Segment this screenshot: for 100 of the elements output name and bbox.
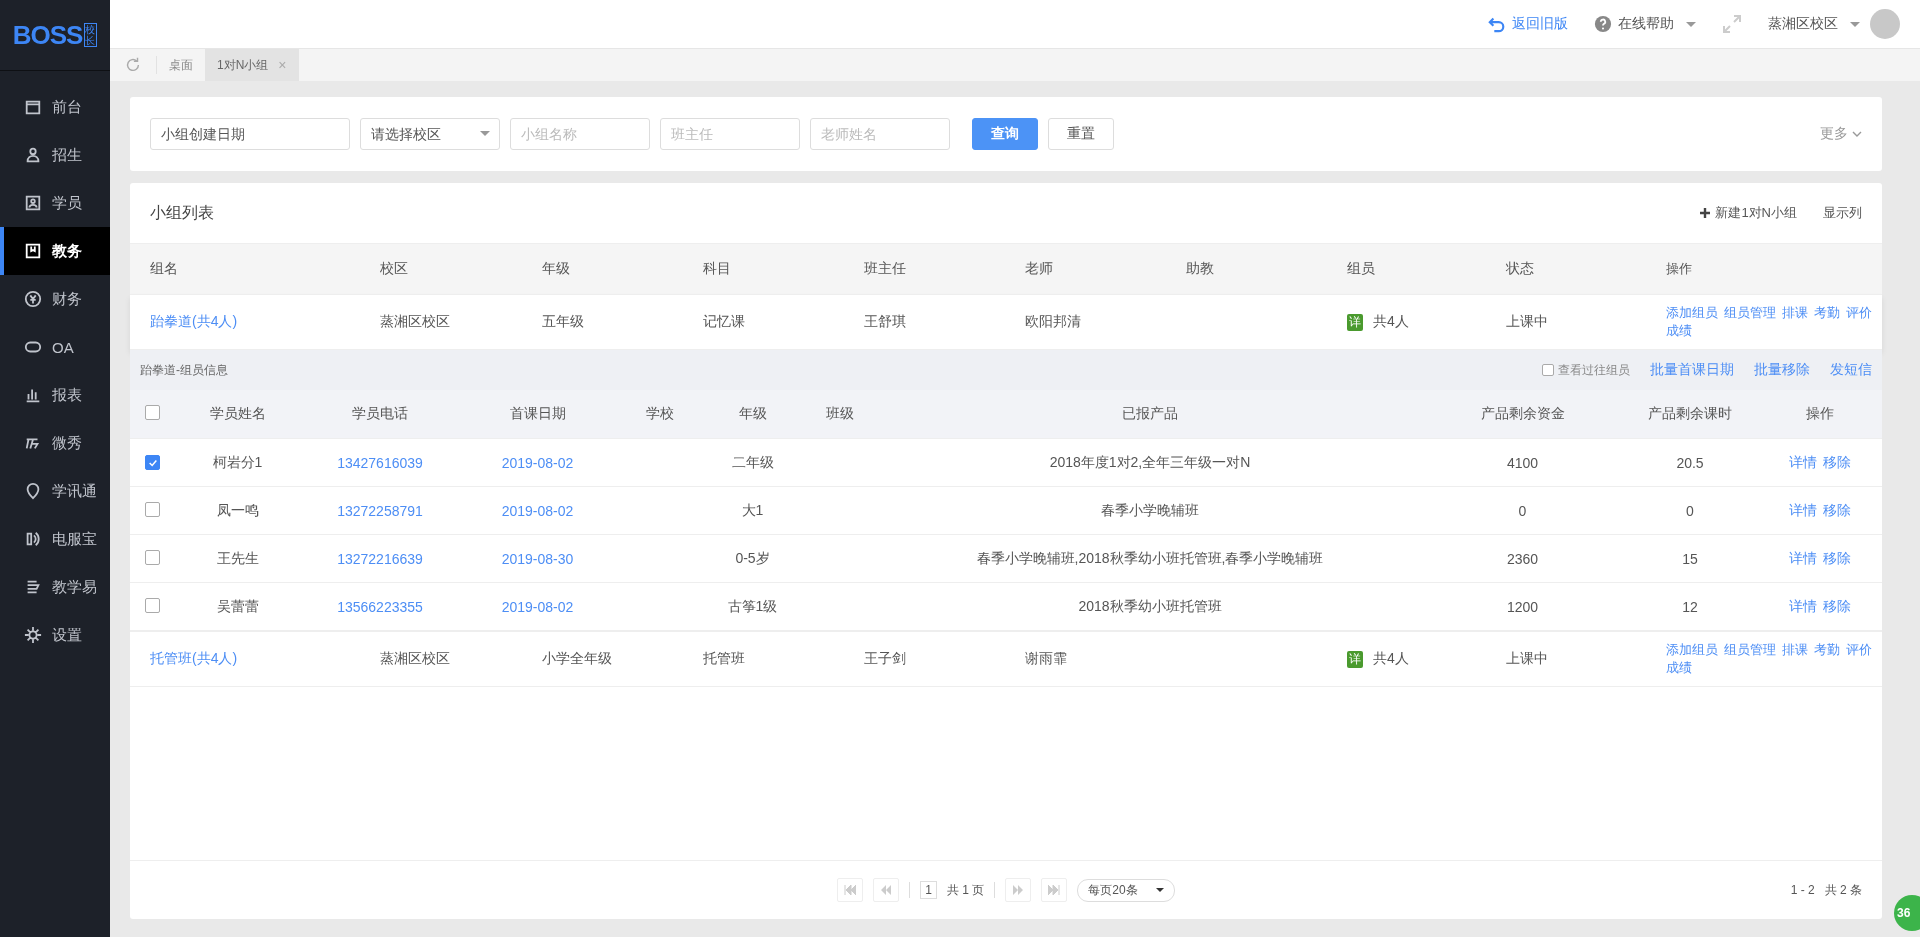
expand-icon[interactable]	[1722, 14, 1742, 34]
history-checkbox[interactable]: 查看过往组员	[1542, 361, 1630, 379]
column-header: 年级	[737, 405, 768, 423]
action-link[interactable]: 详情	[1789, 453, 1817, 472]
page-number-field[interactable]: 1	[920, 881, 937, 899]
action-link[interactable]: 考勤	[1814, 304, 1840, 322]
row-checkbox[interactable]	[145, 549, 160, 565]
sidebar-item[interactable]: 微秀	[0, 419, 110, 467]
group-name-link[interactable]: 托管班(共4人)	[150, 650, 380, 668]
calendar-icon	[24, 98, 42, 116]
detail-badge[interactable]: 详	[1347, 313, 1363, 331]
table-cell-text: 0	[1685, 502, 1695, 519]
avatar[interactable]	[1870, 9, 1900, 39]
column-header: 老师	[1025, 260, 1054, 278]
phone-link[interactable]: 13272216639	[337, 550, 423, 567]
table-cell-text: 王先生	[215, 549, 260, 568]
action-link[interactable]: 评价	[1846, 641, 1872, 659]
action-link[interactable]: 成绩	[1666, 322, 1692, 340]
action-link[interactable]: 组员管理	[1724, 641, 1776, 659]
column-header: 学员电话	[351, 405, 409, 423]
sidebar-item[interactable]: OA	[0, 323, 110, 371]
checkmark-icon	[147, 457, 158, 468]
row-checkbox[interactable]	[145, 455, 160, 470]
page-count: 共 1 页	[947, 881, 985, 899]
table-cell-text: 0-5岁	[734, 549, 771, 568]
action-link[interactable]: 详情	[1789, 597, 1817, 616]
date-link[interactable]: 2019-08-02	[501, 502, 574, 519]
phone-link[interactable]: 13427616039	[337, 454, 423, 471]
action-link[interactable]: 移除	[1823, 597, 1851, 616]
previous-page-icon[interactable]	[873, 878, 900, 902]
table-cell-text: 上课中	[1506, 650, 1549, 668]
batch-link[interactable]: 发短信	[1830, 361, 1872, 379]
page-size-select[interactable]: 每页20条	[1077, 878, 1175, 902]
next-page-icon[interactable]	[1005, 878, 1032, 902]
sidebar-item[interactable]: 前台	[0, 83, 110, 131]
batch-link[interactable]: 批量移除	[1754, 361, 1810, 379]
phone-link[interactable]: 13566223355	[337, 598, 423, 615]
sidebar-item[interactable]: 教学易	[0, 563, 110, 611]
filter-field[interactable]: 小组名称	[510, 118, 650, 150]
table-cell-text: 0	[1517, 502, 1528, 519]
new-group-button[interactable]: 新建1对N小组	[1700, 204, 1797, 222]
action-link[interactable]: 移除	[1823, 501, 1851, 520]
last-page-icon[interactable]	[1041, 878, 1068, 902]
table-cell-text: 大1	[740, 501, 765, 520]
phone-link[interactable]: 13272258791	[337, 502, 423, 519]
action-link[interactable]: 添加组员	[1666, 304, 1718, 322]
more-toggle[interactable]: 更多	[1820, 125, 1862, 143]
sidebar-item[interactable]: 报表	[0, 371, 110, 419]
action-link[interactable]: 详情	[1789, 501, 1817, 520]
action-link[interactable]: 排课	[1782, 304, 1808, 322]
back-link[interactable]: 返回旧版	[1488, 15, 1568, 33]
group-name-link[interactable]: 跆拳道(共4人)	[150, 313, 380, 331]
row-checkbox[interactable]	[145, 501, 160, 517]
sidebar-item[interactable]: 设置	[0, 611, 110, 659]
action-link[interactable]: 添加组员	[1666, 641, 1718, 659]
action-link[interactable]: 考勤	[1814, 641, 1840, 659]
select-all-checkbox[interactable]	[145, 405, 160, 420]
table-cell-text: 2360	[1505, 550, 1540, 567]
tab[interactable]: 1对N小组 ×	[205, 49, 299, 81]
action-link[interactable]: 评价	[1846, 304, 1872, 322]
action-link[interactable]: 组员管理	[1724, 304, 1776, 322]
column-header: 助教	[1186, 260, 1215, 278]
first-page-icon[interactable]	[837, 878, 864, 902]
filter-field[interactable]: 老师姓名	[810, 118, 950, 150]
sidebar-item[interactable]: 学员	[0, 179, 110, 227]
filter-field[interactable]: 班主任	[660, 118, 800, 150]
tab[interactable]: 桌面	[157, 49, 205, 81]
date-link[interactable]: 2019-08-02	[501, 598, 574, 615]
filter-field[interactable]: 小组创建日期	[150, 118, 350, 150]
table-cell-text: 二年级	[730, 453, 775, 472]
row-checkbox[interactable]	[145, 597, 160, 613]
action-link[interactable]: 详情	[1789, 549, 1817, 568]
search-button[interactable]: 查询	[972, 118, 1038, 150]
action-link[interactable]: 移除	[1823, 549, 1851, 568]
column-header: 校区	[380, 260, 409, 278]
gear-icon	[24, 626, 42, 644]
help-menu[interactable]: 在线帮助	[1594, 15, 1696, 33]
reset-button[interactable]: 重置	[1048, 118, 1114, 150]
sidebar-item[interactable]: 教务	[0, 227, 110, 275]
table-cell-text: 上课中	[1506, 313, 1549, 331]
sidebar-item[interactable]: 学讯通	[0, 467, 110, 515]
detail-badge[interactable]: 详	[1347, 650, 1363, 668]
campus-select[interactable]: 请选择校区	[360, 118, 500, 150]
sidebar-item[interactable]: 电服宝	[0, 515, 110, 563]
date-link[interactable]: 2019-08-02	[501, 454, 574, 471]
column-header: 学校	[645, 405, 675, 423]
campus-menu[interactable]: 蒸湘区校区	[1768, 15, 1860, 33]
sidebar-item[interactable]: 财务	[0, 275, 110, 323]
action-link[interactable]: 排课	[1782, 641, 1808, 659]
batch-link[interactable]: 批量首课日期	[1650, 361, 1734, 379]
action-link[interactable]: 移除	[1823, 453, 1851, 472]
columns-button[interactable]: 显示列	[1823, 204, 1862, 222]
yen-coin-icon	[24, 290, 42, 308]
column-header: 状态	[1506, 260, 1535, 278]
date-link[interactable]: 2019-08-30	[501, 550, 574, 567]
table-cell-text: 古筝1级	[726, 597, 779, 616]
table-cell-text: 五年级	[542, 313, 585, 331]
action-link[interactable]: 成绩	[1666, 659, 1692, 677]
sidebar-item[interactable]: 招生	[0, 131, 110, 179]
column-header: 已报产品	[1121, 405, 1179, 423]
